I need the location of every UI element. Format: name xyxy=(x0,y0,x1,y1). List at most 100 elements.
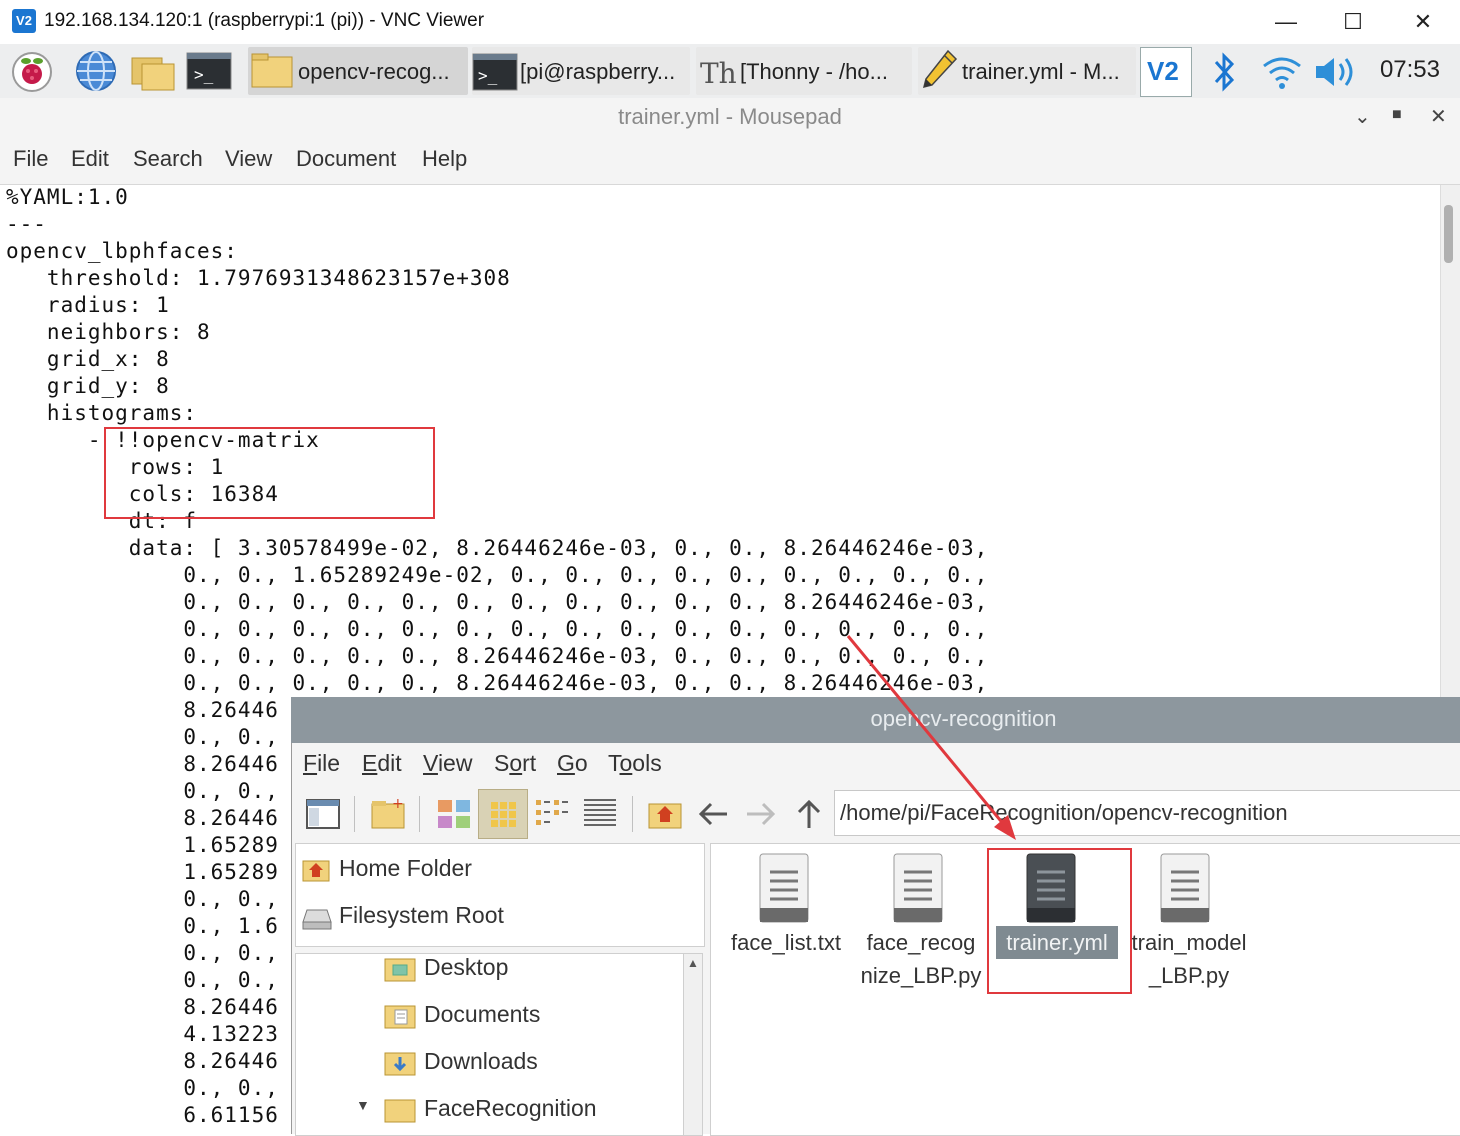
code-line: histograms: xyxy=(6,401,198,425)
code-line: 4.13223 xyxy=(6,1022,279,1046)
text-file-icon xyxy=(893,853,943,923)
text-file-icon xyxy=(759,853,809,923)
raspberry-menu-icon[interactable] xyxy=(10,50,54,92)
code-line: 8.26446 xyxy=(6,806,279,830)
file-item[interactable]: face_recog nize_LBP.py xyxy=(856,852,986,992)
menu-search[interactable]: Search xyxy=(133,146,203,172)
detailed-list-view-icon[interactable] xyxy=(580,794,620,834)
new-window-icon[interactable] xyxy=(303,794,343,834)
svg-text:Th: Th xyxy=(700,57,736,90)
scroll-up-arrow-icon[interactable]: ▲ xyxy=(687,956,699,970)
tree-label: FaceRecognition xyxy=(424,1095,597,1121)
tree-label: Desktop xyxy=(424,954,509,980)
code-line: 8.26446 xyxy=(6,698,279,722)
expander-arrow-icon[interactable]: ▼ xyxy=(356,1097,370,1113)
menu-help[interactable]: Help xyxy=(422,146,467,172)
compact-view-icon[interactable] xyxy=(532,794,572,834)
bluetooth-icon[interactable] xyxy=(1210,52,1240,92)
tree-item-facerecognition[interactable]: ▼ FaceRecognition xyxy=(356,1093,674,1129)
home-folder-icon[interactable] xyxy=(645,794,685,834)
toolbar-separator xyxy=(419,796,420,832)
tree-item-downloads[interactable]: Downloads xyxy=(384,1046,674,1082)
svg-text:>_: >_ xyxy=(478,66,498,85)
annotation-box-matrix xyxy=(104,427,435,519)
code-line: opencv_lbphfaces: xyxy=(6,239,238,263)
fm-menu-edit[interactable]: Edit xyxy=(362,750,402,777)
file-manager-icon[interactable] xyxy=(130,50,175,92)
maximize-icon[interactable]: ■ xyxy=(1392,106,1402,124)
svg-text:>_: >_ xyxy=(194,65,214,84)
thonny-icon: Th xyxy=(700,57,736,90)
fm-menu-file[interactable]: File xyxy=(303,750,340,777)
tree-item-documents[interactable]: Documents xyxy=(384,999,674,1035)
maximize-button[interactable]: ☐ xyxy=(1323,6,1383,38)
new-folder-icon[interactable]: + xyxy=(368,794,408,834)
vnc-window-title: 192.168.134.120:1 (raspberrypi:1 (pi)) -… xyxy=(44,10,485,31)
file-name-line2: nize_LBP.py xyxy=(860,963,982,988)
downloads-folder-icon xyxy=(384,1052,416,1076)
volume-icon[interactable] xyxy=(1314,54,1358,90)
text-file-icon xyxy=(1160,853,1210,923)
toolbar-separator xyxy=(354,796,355,832)
close-button[interactable]: ✕ xyxy=(1393,6,1453,38)
chevron-down-icon[interactable]: ⌄ xyxy=(1354,104,1371,129)
task-mousepad[interactable]: trainer.yml - M... xyxy=(918,47,1136,95)
mousepad-menubar xyxy=(0,138,1460,185)
documents-folder-icon xyxy=(384,1005,416,1029)
code-line: 6.61156 xyxy=(6,1103,279,1127)
web-browser-icon[interactable] xyxy=(74,50,118,92)
task-thonny[interactable]: Th [Thonny - /ho... xyxy=(696,47,912,95)
task-label: [pi@raspberry... xyxy=(520,59,676,84)
place-filesystem-root[interactable]: Filesystem Root xyxy=(301,900,681,938)
code-line: radius: 1 xyxy=(6,293,170,317)
icon-view-button[interactable] xyxy=(478,789,528,839)
drive-icon xyxy=(302,909,332,930)
code-line: 0., 0., 1.65289249e-02, 0., 0., 0., 0., … xyxy=(6,563,989,587)
terminal-icon[interactable]: >_ xyxy=(186,50,232,92)
file-item[interactable]: face_list.txt xyxy=(724,852,848,992)
tree-label: Documents xyxy=(424,1001,541,1027)
menu-file[interactable]: File xyxy=(13,146,48,172)
code-line: grid_y: 8 xyxy=(6,374,170,398)
place-home-folder[interactable]: Home Folder xyxy=(301,853,681,891)
close-icon[interactable]: ✕ xyxy=(1430,104,1447,129)
wifi-icon[interactable] xyxy=(1260,52,1304,92)
fm-menu-tools[interactable]: Tools xyxy=(608,750,662,777)
svg-text:+: + xyxy=(392,796,404,812)
code-line: 0., 0., 0., 0., 0., 8.26446246e-03, 0., … xyxy=(6,644,989,668)
minimize-button[interactable]: — xyxy=(1256,6,1316,38)
forward-arrow-icon[interactable] xyxy=(741,794,781,834)
pencil-icon xyxy=(922,49,958,89)
code-line: 0., 0., 0., 0., 0., 0., 0., 0., 0., 0., … xyxy=(6,590,989,614)
code-line: %YAML:1.0 xyxy=(6,185,129,209)
fm-menu-sort[interactable]: Sort xyxy=(494,750,536,777)
thumbnail-view-icon[interactable] xyxy=(434,794,474,834)
code-line: 0., 0., 0., 0., 0., 0., 0., 0., 0., 0., … xyxy=(6,617,989,641)
task-label: opencv-recog... xyxy=(298,59,450,84)
tree-scrollbar[interactable]: ▲ xyxy=(683,953,703,1136)
tree-item-desktop[interactable]: Desktop xyxy=(384,952,674,988)
task-terminal[interactable]: >_ [pi@raspberry... xyxy=(472,47,690,95)
code-line: 0., 0., xyxy=(6,1076,279,1100)
editor-scrollbar-thumb[interactable] xyxy=(1444,205,1453,263)
back-arrow-icon[interactable] xyxy=(693,794,733,834)
menu-view[interactable]: View xyxy=(225,146,272,172)
vnc-server-icon[interactable]: V2 xyxy=(1140,47,1192,97)
code-line: 0., 1.6 xyxy=(6,914,279,938)
code-line: 0., 0., xyxy=(6,968,279,992)
code-line: 8.26446 xyxy=(6,995,279,1019)
clock: 07:53 xyxy=(1379,56,1440,83)
fm-menu-go[interactable]: Go xyxy=(557,750,588,777)
menu-document[interactable]: Document xyxy=(296,146,396,172)
file-item[interactable]: train_model _LBP.py xyxy=(1124,852,1254,992)
terminal-icon: >_ xyxy=(472,53,518,91)
code-line: 8.26446 xyxy=(6,1049,279,1073)
mousepad-title: trainer.yml - Mousepad xyxy=(618,104,842,129)
code-line: data: [ 3.30578499e-02, 8.26446246e-03, … xyxy=(6,536,989,560)
menu-edit[interactable]: Edit xyxy=(71,146,109,172)
up-arrow-icon[interactable] xyxy=(789,794,829,834)
folder-icon xyxy=(251,53,293,88)
fm-menu-view[interactable]: View xyxy=(423,750,472,777)
tree-label: Downloads xyxy=(424,1048,538,1074)
task-file-manager[interactable]: opencv-recog... xyxy=(248,47,468,95)
